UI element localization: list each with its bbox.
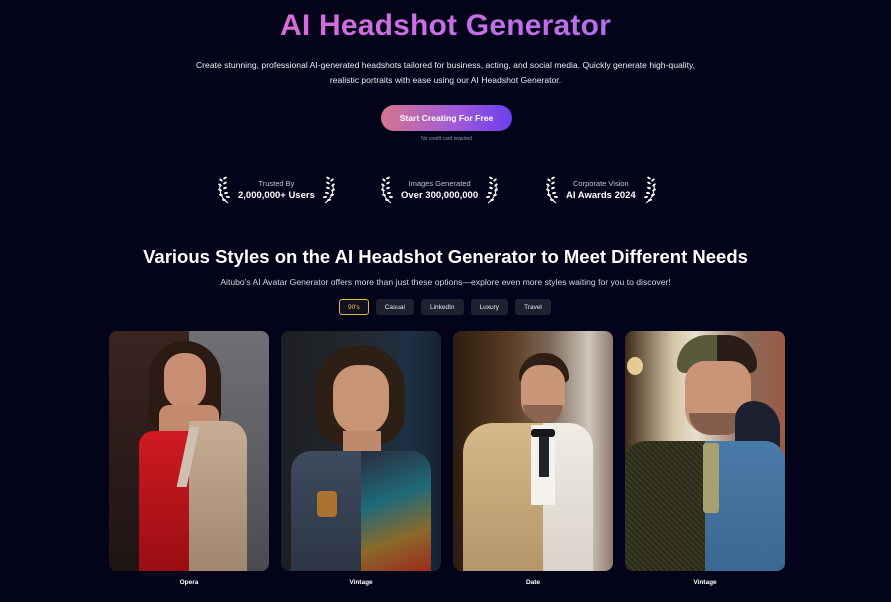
stat-label: Images Generated [408,178,471,188]
laurel-left-icon [379,175,395,205]
laurel-left-icon [544,175,560,205]
hero-subtitle: Create stunning, professional AI-generat… [195,60,696,85]
headshot-image[interactable] [281,331,441,571]
tab-linkedin[interactable]: LinkedIn [420,299,464,315]
style-tabs: 90's Casual LinkedIn Luxury Travel [339,299,551,315]
stat-value: AI Awards 2024 [566,189,636,201]
card-label: Vintage [349,579,373,586]
stat-value: Over 300,000,000 [401,189,479,201]
stat-value: 2,000,000+ Users [238,189,315,201]
style-card-opera[interactable]: Opera [109,331,269,586]
style-card-date[interactable]: Date [453,331,613,586]
card-label: Vintage [693,579,717,586]
laurel-left-icon [216,175,232,205]
stat-label: Trusted By [258,178,295,188]
stat-images-generated: Images Generated Over 300,000,000 [379,174,500,206]
card-label: Opera [179,579,199,586]
laurel-right-icon [321,175,337,205]
laurel-right-icon [642,175,658,205]
card-label: Date [525,579,541,586]
styles-section-subtitle: Aitubo's AI Avatar Generator offers more… [220,277,671,287]
headshot-image[interactable] [625,331,785,571]
headshot-image[interactable] [109,331,269,571]
tab-luxury[interactable]: Luxury [470,299,509,315]
headshot-image[interactable] [453,331,613,571]
tab-90s[interactable]: 90's [339,299,369,315]
style-card-vintage[interactable]: Vintage [281,331,441,586]
stat-label: Corporate Vision [572,178,629,188]
stat-trusted-by: Trusted By 2,000,000+ Users [216,174,337,206]
styles-section-title: Various Styles on the AI Headshot Genera… [143,246,748,267]
tab-travel[interactable]: Travel [515,299,551,315]
stat-corporate-vision: Corporate Vision AI Awards 2024 [544,174,658,206]
hero-title: AI Headshot Generator [0,6,891,46]
tab-casual[interactable]: Casual [375,299,414,315]
style-cards: Opera Vintage Date Vintage [109,331,785,586]
laurel-right-icon [484,175,500,205]
start-creating-button[interactable]: Start Creating For Free [381,105,512,131]
style-card-vintage-2[interactable]: Vintage [625,331,785,586]
no-credit-card-note: No credit card required [421,136,472,142]
